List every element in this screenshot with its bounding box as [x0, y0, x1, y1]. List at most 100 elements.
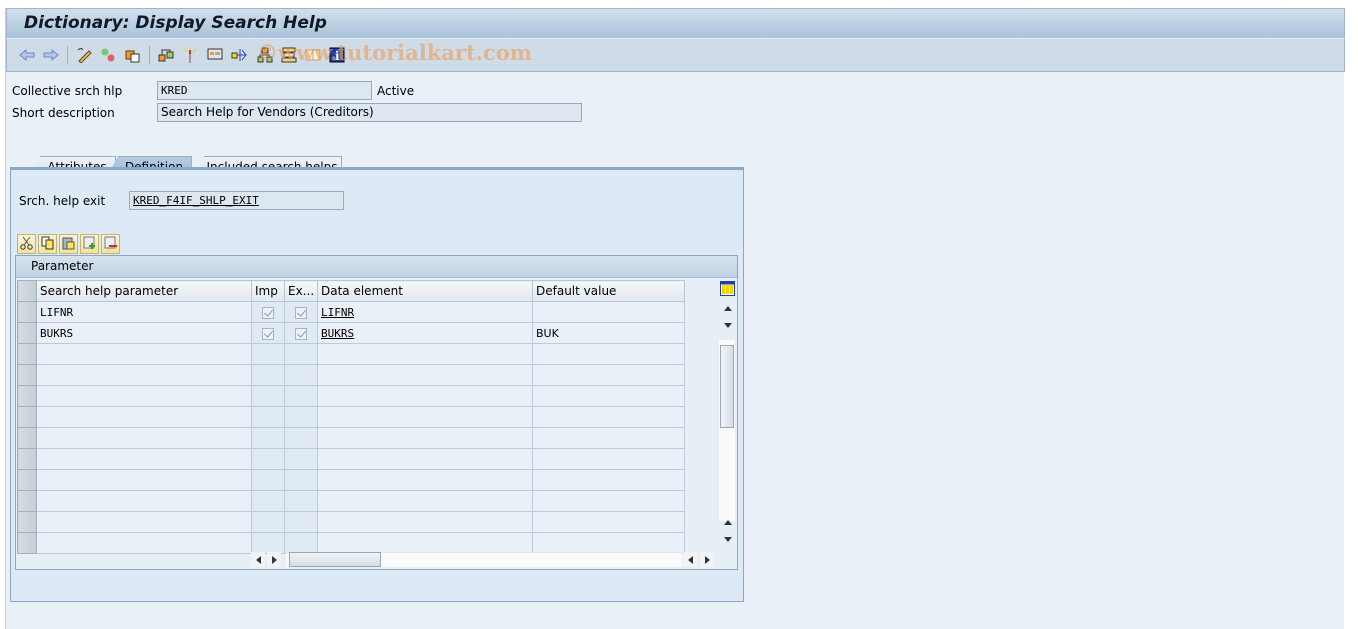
data-element-cell[interactable]	[317, 406, 533, 428]
row-selector[interactable]	[17, 385, 37, 407]
copy-button[interactable]	[38, 234, 57, 254]
row-selector[interactable]	[17, 406, 37, 428]
param-cell[interactable]	[36, 364, 252, 386]
table-row[interactable]: BUKRS BUKRS BUK	[17, 322, 685, 344]
column-header-parameter[interactable]: Search help parameter	[36, 280, 252, 302]
navigate-icon[interactable]	[230, 46, 248, 64]
empty-table-row[interactable]	[17, 364, 685, 386]
empty-table-row[interactable]	[17, 490, 685, 512]
select-all-cell[interactable]	[17, 280, 37, 302]
short-description-field[interactable]: Search Help for Vendors (Creditors)	[157, 103, 582, 122]
param-cell[interactable]	[36, 448, 252, 470]
forward-icon[interactable]	[42, 46, 60, 64]
default-value-cell[interactable]	[532, 364, 685, 386]
srch-help-exit-field[interactable]: KRED_F4IF_SHLP_EXIT	[129, 191, 344, 210]
data-element-cell[interactable]	[317, 511, 533, 533]
empty-table-row[interactable]	[17, 427, 685, 449]
default-value-cell[interactable]	[532, 385, 685, 407]
column-header-imp[interactable]: Imp	[251, 280, 285, 302]
empty-table-row[interactable]	[17, 343, 685, 365]
data-element-cell[interactable]	[317, 427, 533, 449]
column-layout-icon[interactable]	[720, 281, 735, 296]
param-cell[interactable]: BUKRS	[36, 322, 252, 344]
param-cell[interactable]	[36, 427, 252, 449]
exp-checkbox[interactable]	[295, 327, 307, 340]
scroll-right-end-button[interactable]	[700, 552, 714, 567]
data-element-cell[interactable]	[317, 364, 533, 386]
scroll-right-button[interactable]	[267, 552, 281, 567]
data-element-cell[interactable]: LIFNR	[317, 301, 533, 323]
scroll-left-button[interactable]	[251, 552, 265, 567]
scroll-up-bottom-button[interactable]	[720, 514, 736, 530]
param-cell[interactable]	[36, 469, 252, 491]
param-cell[interactable]: LIFNR	[36, 301, 252, 323]
row-selector[interactable]	[17, 343, 37, 365]
data-element-cell[interactable]	[317, 385, 533, 407]
default-value-cell[interactable]	[532, 301, 685, 323]
default-value-cell[interactable]	[532, 427, 685, 449]
param-cell[interactable]	[36, 511, 252, 533]
imp-checkbox[interactable]	[262, 306, 274, 319]
display-object-list-icon[interactable]	[206, 46, 224, 64]
empty-table-row[interactable]	[17, 385, 685, 407]
imp-checkbox[interactable]	[262, 327, 274, 340]
delete-row-button[interactable]	[101, 234, 120, 254]
data-element-cell[interactable]	[317, 469, 533, 491]
default-value-cell[interactable]	[532, 343, 685, 365]
row-selector[interactable]	[17, 427, 37, 449]
row-selector[interactable]	[17, 469, 37, 491]
row-selector[interactable]	[17, 322, 37, 344]
param-cell[interactable]	[36, 406, 252, 428]
row-selector[interactable]	[17, 511, 37, 533]
empty-table-row[interactable]	[17, 406, 685, 428]
where-used-icon[interactable]	[157, 46, 175, 64]
cut-button[interactable]	[17, 234, 36, 254]
table-row[interactable]: LIFNR LIFNR	[17, 301, 685, 323]
default-value-cell[interactable]	[532, 406, 685, 428]
row-selector[interactable]	[17, 532, 37, 554]
paste-button[interactable]	[59, 234, 78, 254]
empty-table-row[interactable]	[17, 469, 685, 491]
scroll-down-top-button[interactable]	[720, 317, 736, 333]
row-selector[interactable]	[17, 364, 37, 386]
collective-srch-hlp-field[interactable]: KRED	[157, 81, 372, 100]
data-element-cell[interactable]	[317, 343, 533, 365]
column-header-default-value[interactable]: Default value	[532, 280, 685, 302]
param-cell[interactable]	[36, 532, 252, 554]
default-value-cell[interactable]	[532, 532, 685, 554]
other-object-icon[interactable]	[124, 46, 142, 64]
back-icon[interactable]	[18, 46, 36, 64]
data-element-cell[interactable]	[317, 532, 533, 554]
param-cell[interactable]	[36, 385, 252, 407]
active-inactive-icon[interactable]	[99, 46, 117, 64]
data-element-cell[interactable]	[317, 490, 533, 512]
default-value-cell[interactable]: BUK	[532, 322, 685, 344]
row-selector[interactable]	[17, 448, 37, 470]
scroll-up-top-button[interactable]	[720, 300, 736, 316]
exp-checkbox[interactable]	[295, 306, 307, 319]
scroll-left-end-button[interactable]	[683, 552, 697, 567]
insert-row-button[interactable]	[80, 234, 99, 254]
display-change-icon[interactable]	[75, 46, 93, 64]
activate-icon[interactable]	[181, 46, 199, 64]
param-cell[interactable]	[36, 343, 252, 365]
horizontal-scroll-thumb[interactable]	[289, 552, 381, 567]
default-value-cell[interactable]	[532, 469, 685, 491]
column-header-data-element[interactable]: Data element	[317, 280, 533, 302]
row-selector[interactable]	[17, 301, 37, 323]
scroll-down-bottom-button[interactable]	[720, 531, 736, 547]
data-element-cell[interactable]: BUKRS	[317, 322, 533, 344]
default-value-cell[interactable]	[532, 490, 685, 512]
param-cell[interactable]	[36, 490, 252, 512]
empty-table-row[interactable]	[17, 448, 685, 470]
data-element-link[interactable]: LIFNR	[321, 306, 354, 319]
default-value-cell[interactable]	[532, 448, 685, 470]
row-selector[interactable]	[17, 490, 37, 512]
data-element-cell[interactable]	[317, 448, 533, 470]
data-element-link[interactable]: BUKRS	[321, 327, 354, 340]
empty-table-row[interactable]	[17, 532, 685, 554]
vertical-scroll-thumb[interactable]	[720, 345, 734, 428]
empty-table-row[interactable]	[17, 511, 685, 533]
default-value-cell[interactable]	[532, 511, 685, 533]
column-header-exp[interactable]: Ex...	[284, 280, 318, 302]
